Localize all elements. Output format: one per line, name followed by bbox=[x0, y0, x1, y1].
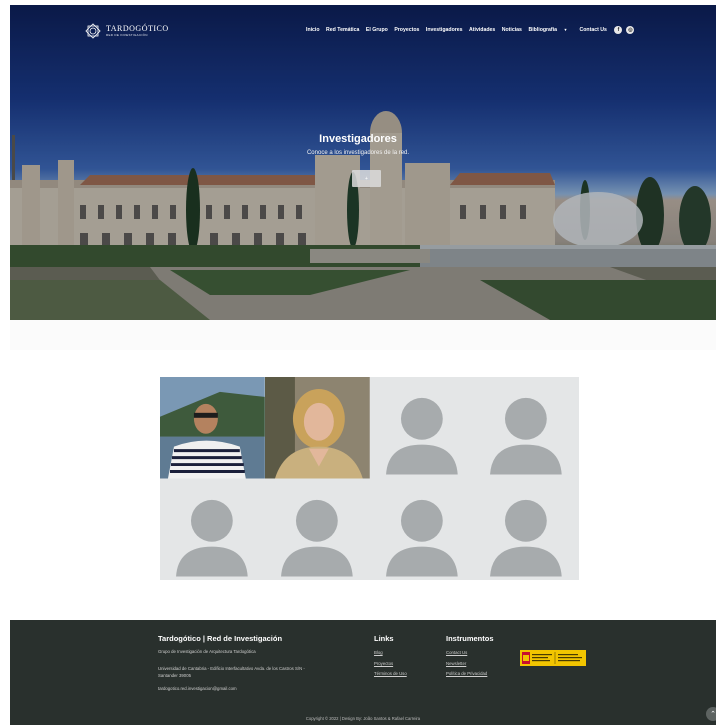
researcher-photo-man bbox=[160, 377, 265, 479]
avatar-placeholder-icon bbox=[490, 397, 562, 475]
chevron-up-icon: ⌃ bbox=[710, 711, 716, 718]
site-logo[interactable]: TARDOGÓTICO RED DE INVESTIGACIÓN bbox=[84, 22, 169, 40]
researcher-card[interactable] bbox=[370, 377, 475, 479]
researcher-card[interactable] bbox=[264, 377, 370, 479]
footer-address: Universidad de Cantabria - Edificio Inte… bbox=[158, 666, 305, 678]
social-links: f ◎ bbox=[614, 26, 635, 34]
footer-links-title: Links bbox=[374, 634, 394, 643]
top-navbar: TARDOGÓTICO RED DE INVESTIGACIÓN Inicio … bbox=[10, 5, 716, 55]
footer-instruments-title: Instrumentos bbox=[446, 634, 494, 643]
footer-email[interactable]: tardogotico.red.investigacion@gmail.com bbox=[158, 686, 237, 691]
avatar-placeholder-icon bbox=[176, 499, 248, 577]
nav-dropdown-label: Bibliografia bbox=[528, 27, 557, 33]
brand-tagline: RED DE INVESTIGACIÓN bbox=[106, 33, 148, 37]
hero-button[interactable]: + bbox=[352, 170, 381, 187]
footer-links: Blog Proyectos Términos de Uso bbox=[374, 650, 407, 682]
facebook-icon[interactable]: f bbox=[614, 26, 623, 34]
researcher-card[interactable] bbox=[370, 479, 475, 581]
logo-emblem-icon bbox=[85, 23, 101, 39]
chevron-down-icon: ▾ bbox=[564, 27, 567, 32]
footer-link-terminos[interactable]: Términos de Uso bbox=[374, 671, 407, 682]
page-title: Investigadores bbox=[319, 133, 397, 145]
page-subtitle: Conoce a los investigadores de la red. bbox=[306, 150, 410, 156]
footer-link-blog[interactable]: Blog bbox=[374, 650, 407, 661]
researcher-card[interactable] bbox=[474, 479, 579, 581]
gobierno-de-espana-logo bbox=[520, 650, 586, 666]
copyright-text: Copyright © 2022 | Design By: João Santo… bbox=[305, 716, 421, 721]
avatar-placeholder-icon bbox=[385, 499, 458, 577]
scroll-to-top-button[interactable]: ⌃ bbox=[706, 707, 716, 721]
footer-link-proyectos[interactable]: Proyectos bbox=[374, 661, 407, 672]
researcher-photo-woman bbox=[264, 377, 370, 479]
nav-item-red-tematica[interactable]: Red Temática bbox=[326, 27, 359, 33]
logo-text: TARDOGÓTICO RED DE INVESTIGACIÓN bbox=[106, 25, 169, 37]
nav-item-inicio[interactable]: Inicio bbox=[306, 27, 320, 33]
nav-item-noticias[interactable]: Noticias bbox=[502, 27, 522, 33]
researcher-card[interactable] bbox=[160, 377, 265, 479]
avatar-placeholder-icon bbox=[490, 499, 562, 577]
footer-title: Tardogótico | Red de Investigación bbox=[158, 634, 283, 643]
footer-description: Grupo de Investigación de Arquitectura T… bbox=[158, 649, 256, 654]
brand-name: TARDOGÓTICO bbox=[106, 24, 169, 33]
researcher-card[interactable] bbox=[474, 377, 579, 479]
section-spacer bbox=[10, 320, 716, 350]
site-footer: Tardogótico | Red de Investigación Grupo… bbox=[10, 620, 716, 725]
avatar-placeholder-icon bbox=[280, 499, 353, 577]
hero-banner: TARDOGÓTICO RED DE INVESTIGACIÓN Inicio … bbox=[10, 5, 716, 320]
footer-instruments: Contact Us Newsletter Política de Privac… bbox=[446, 650, 487, 682]
nav-item-el-grupo[interactable]: El Grupo bbox=[366, 27, 388, 33]
researcher-card[interactable] bbox=[160, 479, 265, 581]
footer-link-contact-us[interactable]: Contact Us bbox=[446, 650, 487, 661]
nav-dropdown-bibliografia[interactable]: Bibliografia ▾ bbox=[528, 27, 573, 33]
main-nav: Inicio Red Temática El Grupo Proyectos I… bbox=[306, 26, 635, 34]
avatar-placeholder-icon bbox=[385, 397, 458, 475]
instagram-icon[interactable]: ◎ bbox=[626, 26, 635, 34]
nav-item-proyectos[interactable]: Proyectos bbox=[394, 27, 419, 33]
nav-item-investigadores[interactable]: Investigadores bbox=[426, 27, 463, 33]
researchers-grid bbox=[160, 377, 579, 580]
footer-link-newsletter[interactable]: Newsletter bbox=[446, 661, 487, 672]
nav-item-atividades[interactable]: Atividades bbox=[469, 27, 495, 33]
footer-link-privacidad[interactable]: Política de Privacidad bbox=[446, 671, 487, 682]
researcher-card[interactable] bbox=[265, 479, 370, 581]
nav-item-contact-us[interactable]: Contact Us bbox=[580, 27, 607, 33]
